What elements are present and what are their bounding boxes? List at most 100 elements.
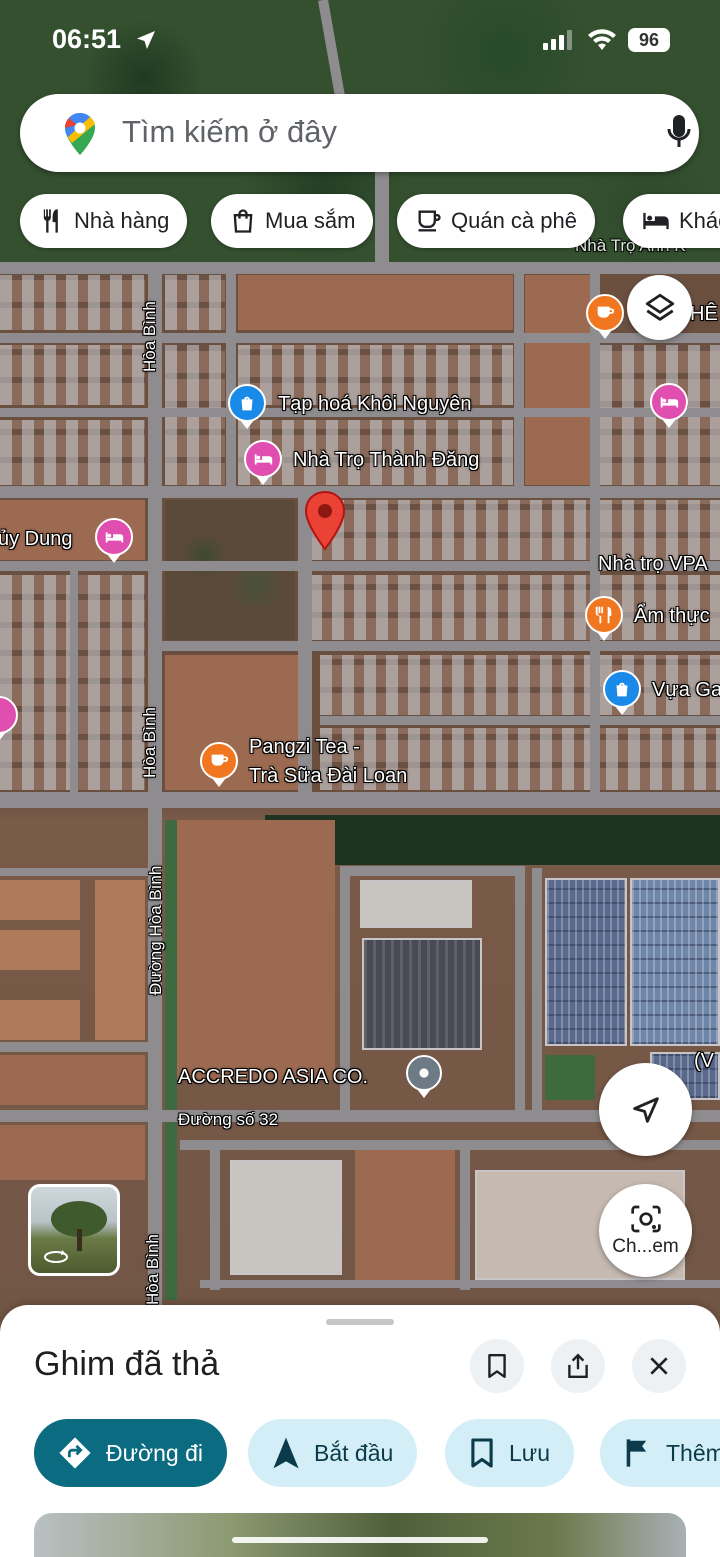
map-block: [0, 345, 145, 405]
road: [514, 262, 524, 492]
poi-label-v: (V: [694, 1050, 714, 1072]
road: [0, 868, 160, 876]
start-label: Bắt đầu: [314, 1439, 394, 1466]
factory-building: [362, 938, 482, 1050]
map-block: [238, 275, 513, 330]
poi-label-accredo[interactable]: ACCREDO ASIA CO.: [178, 1066, 368, 1089]
road-label-hoa-binh: Hòa Bình: [140, 301, 159, 372]
poi-label-pangzi-line1[interactable]: Pangzi Tea -: [249, 736, 360, 759]
map-block: [0, 930, 80, 970]
road: [515, 868, 525, 1118]
street-view-thumbnail[interactable]: [28, 1184, 120, 1276]
share-icon: [568, 1353, 588, 1378]
close-button[interactable]: [632, 1339, 686, 1393]
lens-button[interactable]: Ch...em: [599, 1184, 692, 1277]
flag-icon: [626, 1439, 647, 1467]
road: [460, 1140, 470, 1290]
share-button[interactable]: [551, 1339, 605, 1393]
cafe-poi-icon[interactable]: [200, 742, 238, 780]
road: [0, 1042, 160, 1052]
lodging-poi-icon[interactable]: [244, 440, 282, 478]
wifi-icon: [588, 29, 616, 50]
status-time: 06:51: [52, 24, 122, 54]
save-icon-button[interactable]: [470, 1339, 524, 1393]
shopping-poi-icon[interactable]: [603, 670, 641, 708]
road-label-duong-so-32: Đường số 32: [178, 1110, 279, 1129]
poi-label-tap-hoa[interactable]: Tạp hoá Khôi Nguyên: [278, 393, 471, 416]
road: [340, 866, 525, 876]
poi-label-vua-ga[interactable]: Vựa Ga: [652, 679, 720, 702]
directions-icon: [59, 1437, 91, 1469]
chip-restaurants[interactable]: Nhà hàng: [20, 194, 188, 248]
bookmark-icon: [471, 1438, 493, 1468]
road-label-hoa-binh: Hòa Bình: [140, 707, 159, 778]
poi-label-nha-tro-vpa[interactable]: Nhà trọ VPA: [598, 553, 708, 576]
map-block: [310, 575, 590, 640]
rotate-360-icon: [44, 1250, 68, 1263]
map-block: [355, 1150, 455, 1280]
home-indicator[interactable]: [232, 1537, 488, 1543]
my-location-button[interactable]: [599, 1063, 692, 1156]
green-strip: [165, 820, 177, 1300]
road-label-hoa-binh: Hòa Bình: [143, 1234, 162, 1305]
poi-label-am-thuc[interactable]: Ẩm thực: [634, 605, 710, 628]
close-icon: [650, 1357, 668, 1375]
start-button[interactable]: Bắt đầu: [248, 1419, 418, 1487]
sports-field: [545, 1055, 595, 1100]
directions-button[interactable]: Đường đi: [34, 1419, 227, 1487]
chip-coffee[interactable]: Quán cà phê: [397, 194, 595, 248]
utensils-icon: [43, 209, 58, 233]
road-label-duong-hoa-binh: Đường Hòa Bình: [146, 865, 165, 995]
road: [160, 641, 720, 651]
factory-building: [360, 880, 472, 928]
location-arrow-icon: [137, 31, 155, 49]
chip-shopping[interactable]: Mua sắm: [211, 194, 374, 248]
poi-label-pangzi-line2[interactable]: Trà Sữa Đài Loan: [249, 765, 407, 788]
map-block: [175, 820, 335, 1080]
layers-button[interactable]: [627, 275, 692, 340]
cafe-poi-icon[interactable]: [586, 294, 624, 332]
business-poi-icon[interactable]: [406, 1055, 442, 1091]
lodging-poi-icon[interactable]: [650, 383, 688, 421]
save-button[interactable]: Lưu: [445, 1419, 574, 1487]
status-bar: 06:51 96: [0, 22, 720, 62]
road: [70, 561, 78, 796]
sheet-title: Ghim đã thả: [34, 1345, 220, 1383]
chip-label: Mua sắm: [265, 208, 356, 233]
battery-indicator: 96: [628, 28, 670, 52]
solar-roof-building: [630, 878, 720, 1046]
factory-building: [230, 1160, 342, 1275]
cellular-signal-icon: [543, 30, 572, 50]
category-chips: Nhà hàng Mua sắm Quán cà phê Khác: [20, 194, 720, 248]
shopping-bag-icon: [233, 209, 253, 233]
restaurant-poi-icon[interactable]: [585, 596, 623, 634]
navigation-arrow-icon: [273, 1437, 299, 1469]
map-block: [310, 500, 590, 560]
road: [210, 1140, 220, 1290]
road: [226, 262, 236, 492]
search-placeholder[interactable]: Tìm kiếm ở đây: [122, 114, 337, 150]
road: [590, 262, 600, 807]
chip-label: Nhà hàng: [74, 208, 170, 233]
add-label-button[interactable]: Thêm: [600, 1419, 720, 1487]
map-block: [320, 655, 590, 715]
dropped-pin-icon[interactable]: [303, 490, 347, 552]
chip-hotels[interactable]: Khác: [623, 194, 720, 248]
place-photo-preview[interactable]: [34, 1513, 686, 1557]
map-block: [0, 420, 145, 485]
coffee-icon: [418, 210, 441, 232]
poi-label-uy-dung[interactable]: ủy Dung: [0, 528, 73, 551]
search-bar[interactable]: Tìm kiếm ở đây: [20, 94, 699, 172]
road: [148, 262, 162, 1312]
camera-lens-icon: [630, 1205, 661, 1232]
microphone-icon[interactable]: [666, 114, 692, 150]
poi-label-nha-tro-thanh-dang[interactable]: Nhà Trọ Thành Đăng: [293, 449, 479, 472]
sheet-drag-handle[interactable]: [326, 1319, 394, 1325]
lodging-poi-icon[interactable]: [95, 518, 133, 556]
bottom-sheet[interactable]: Ghim đã thả Đường đi Bắt đầu Lưu Thêm: [0, 1305, 720, 1557]
solar-roof-building: [545, 878, 627, 1046]
map-block: [600, 500, 720, 560]
shopping-poi-icon[interactable]: [228, 384, 266, 422]
bookmark-icon: [488, 1353, 506, 1379]
street-view-trunk: [77, 1229, 82, 1251]
